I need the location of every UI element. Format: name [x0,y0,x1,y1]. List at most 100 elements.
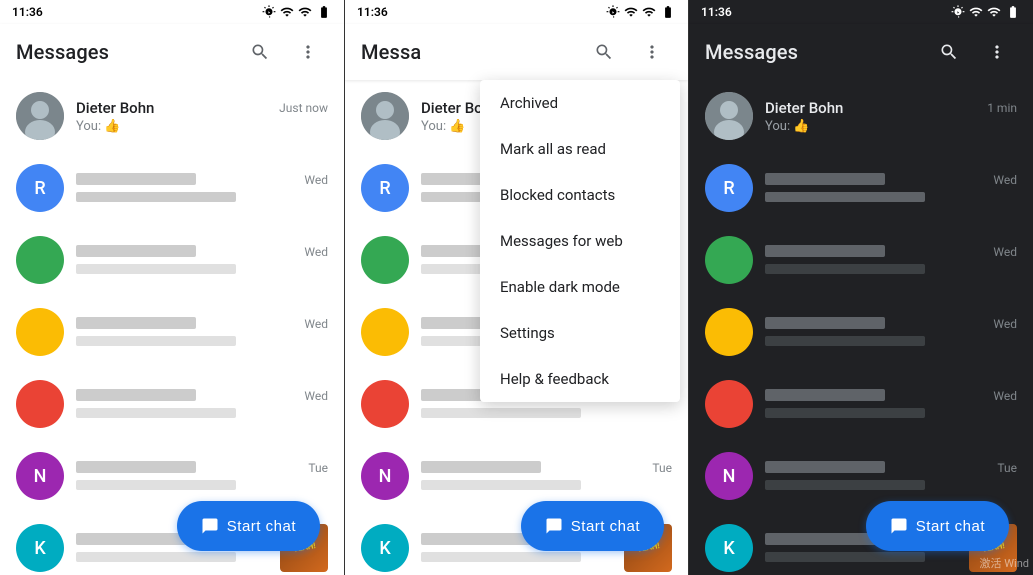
start-chat-button[interactable]: Start chat [521,501,664,551]
avatar [705,92,753,140]
avatar: R [361,164,409,212]
message-item[interactable]: R Wed [0,152,344,224]
signal-icon [987,5,1001,19]
search-icon [594,42,614,62]
message-time: Wed [304,317,328,331]
message-preview [76,335,296,350]
more-icon [642,42,662,62]
message-item[interactable]: Wed [689,296,1033,368]
message-item[interactable]: Wed [0,296,344,368]
message-header: Dieter Bohn Just now [76,99,328,117]
avatar [361,236,409,284]
more-icon [987,42,1007,62]
contact-name [765,315,885,333]
start-chat-button[interactable]: Start chat [866,501,1009,551]
message-time: 1 min [987,101,1017,115]
preview-blurred [76,336,236,346]
search-icon [939,42,959,62]
chat-icon [201,517,219,535]
message-item[interactable]: Dieter Bohn Just now You: 👍 [0,80,344,152]
avatar: R [16,164,64,212]
wifi-icon [624,5,638,19]
message-header: Wed [765,243,1017,261]
avatar: R [705,164,753,212]
search-button[interactable] [584,32,624,72]
more-options-button[interactable] [288,32,328,72]
menu-item-1[interactable]: Mark all as read [480,126,680,172]
more-options-button[interactable] [632,32,672,72]
message-content: Wed [76,171,328,206]
start-chat-button[interactable]: Start chat [177,501,320,551]
message-header: Wed [765,315,1017,333]
message-header: Wed [76,171,328,189]
preview-blurred [76,264,236,274]
message-preview: You: 👍 [76,119,296,134]
status-bar: 11:36 [345,0,688,24]
message-time: Wed [304,245,328,259]
message-item[interactable]: Dieter Bohn1 minYou: 👍 [689,80,1033,152]
message-time: Wed [304,173,328,187]
avatar: N [16,452,64,500]
contact-name [76,459,196,477]
app-title: Messages [705,40,929,64]
status-time: 11:36 [12,5,43,19]
message-item[interactable]: R Wed [689,152,1033,224]
alarm-icon [951,5,965,19]
alarm-icon [262,5,276,19]
contact-name: Dieter Bohn [76,99,154,117]
contact-name [76,315,196,333]
menu-item-3[interactable]: Messages for web [480,218,680,264]
message-content: Dieter Bohn Just now You: 👍 [76,99,328,134]
more-options-button[interactable] [977,32,1017,72]
status-time: 11:36 [357,5,388,19]
message-time: Just now [279,101,328,115]
contact-name [765,387,885,405]
preview-blurred [765,336,925,346]
menu-item-0[interactable]: Archived [480,80,680,126]
menu-item-5[interactable]: Settings [480,310,680,356]
menu-item-2[interactable]: Blocked contacts [480,172,680,218]
message-header: Wed [765,171,1017,189]
message-item[interactable]: Wed [689,224,1033,296]
message-preview [76,551,268,566]
message-preview [765,479,985,494]
message-preview [421,407,641,422]
preview-blurred [421,408,581,418]
contact-name-blurred [76,245,196,257]
menu-item-6[interactable]: Help & feedback [480,356,680,402]
avatar: K [361,524,409,572]
message-header: Tue [76,459,328,477]
watermark: 激活 Wind [980,555,1029,571]
preview-blurred [76,192,236,202]
message-header: Wed [76,387,328,405]
preview-blurred [765,480,925,490]
message-content: Wed [765,315,1017,350]
contact-name [76,171,196,189]
search-button[interactable] [240,32,280,72]
menu-item-4[interactable]: Enable dark mode [480,264,680,310]
contact-name-blurred [421,461,541,473]
avatar [705,308,753,356]
preview-blurred [765,552,925,562]
alarm-icon [606,5,620,19]
avatar [705,380,753,428]
message-content: Tue [76,459,328,494]
message-header: Wed [76,315,328,333]
message-preview [421,551,612,566]
message-time: Tue [652,461,672,475]
message-item[interactable]: Wed [689,368,1033,440]
message-item[interactable]: Wed [0,368,344,440]
avatar: K [16,524,64,572]
start-chat-label: Start chat [571,518,640,535]
search-button[interactable] [929,32,969,72]
message-content: Wed [76,243,328,278]
app-bar: Messages [689,24,1033,80]
avatar [361,92,409,140]
status-time: 11:36 [701,5,732,19]
message-preview [765,407,985,422]
message-content: Tue [421,459,672,494]
battery-icon [316,5,332,19]
message-item[interactable]: Wed [0,224,344,296]
message-time: Wed [993,173,1017,187]
message-time: Wed [993,317,1017,331]
